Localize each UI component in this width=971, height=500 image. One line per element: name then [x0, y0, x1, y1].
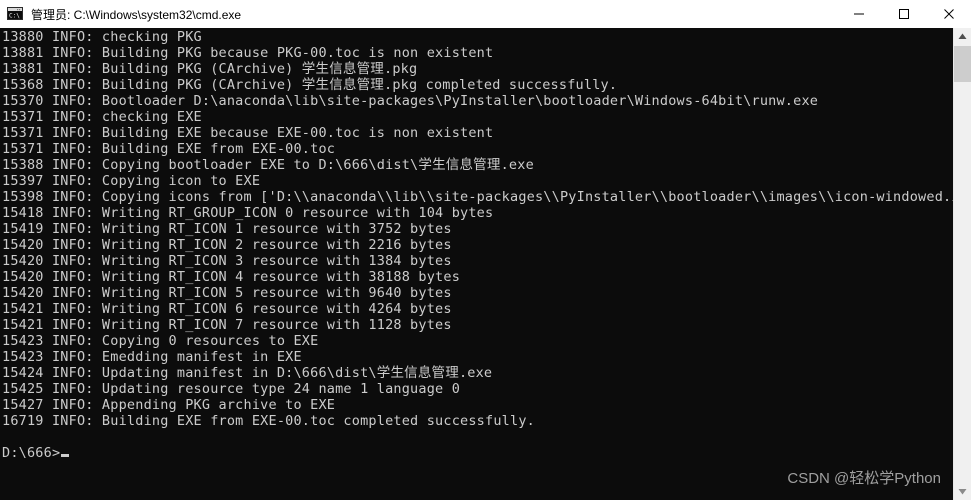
console-line: 15423 INFO: Copying 0 resources to EXE [2, 333, 319, 349]
console-line: 15368 INFO: Building PKG (CArchive) 学生信息… [2, 77, 618, 93]
console-line: 13881 INFO: Building PKG because PKG-00.… [2, 45, 494, 61]
console-line: 15419 INFO: Writing RT_ICON 1 resource w… [2, 221, 452, 237]
console-line: 15420 INFO: Writing RT_ICON 3 resource w… [2, 253, 452, 269]
console-line: 15371 INFO: checking EXE [2, 109, 202, 125]
console-line: D:\666> [2, 445, 953, 461]
maximize-button[interactable] [881, 0, 926, 28]
text-cursor [61, 454, 70, 457]
console-line: 15425 INFO: Updating resource type 24 na… [2, 381, 461, 397]
close-button[interactable] [926, 0, 971, 28]
console-line: 15420 INFO: Writing RT_ICON 2 resource w… [2, 237, 452, 253]
vertical-scrollbar[interactable] [953, 28, 971, 500]
scroll-up-arrow-icon[interactable] [954, 28, 971, 45]
watermark: CSDN @轻松学Python [787, 470, 941, 487]
svg-text:C:\: C:\ [9, 13, 20, 20]
console-line: 15370 INFO: Bootloader D:\anaconda\lib\s… [2, 93, 819, 109]
console-line: 15420 INFO: Writing RT_ICON 4 resource w… [2, 269, 461, 285]
console-output-area[interactable]: 13880 INFO: checking PKG 13881 INFO: Buil… [0, 28, 953, 500]
titlebar[interactable]: C:\ 管理员: C:\Windows\system32\cmd.exe [0, 0, 971, 28]
window-title: 管理员: C:\Windows\system32\cmd.exe [31, 7, 242, 22]
console-lines: 13880 INFO: checking PKG 13881 INFO: Buil… [2, 29, 953, 461]
console-line: 15421 INFO: Writing RT_ICON 7 resource w… [2, 317, 452, 333]
console-line: 15427 INFO: Appending PKG archive to EXE [2, 397, 336, 413]
scrollbar-thumb[interactable] [954, 46, 971, 82]
console-line: 16719 INFO: Building EXE from EXE-00.toc… [2, 413, 535, 429]
console-line: 15371 INFO: Building EXE from EXE-00.toc [2, 141, 336, 157]
console-line: 15424 INFO: Updating manifest in D:\666\… [2, 365, 493, 381]
cmd-window: C:\ 管理员: C:\Windows\system32\cmd.exe 138… [0, 0, 971, 500]
console-line: 15388 INFO: Copying bootloader EXE to D:… [2, 157, 534, 173]
console-line: 15397 INFO: Copying icon to EXE [2, 173, 261, 189]
console-line: 15398 INFO: Copying icons from ['D:\\ana… [2, 189, 953, 205]
console-line: 13880 INFO: checking PKG [2, 29, 202, 45]
minimize-button[interactable] [836, 0, 881, 28]
console-line: 13881 INFO: Building PKG (CArchive) 学生信息… [2, 61, 418, 77]
console-line: 15420 INFO: Writing RT_ICON 5 resource w… [2, 285, 452, 301]
console-line: 15418 INFO: Writing RT_GROUP_ICON 0 reso… [2, 205, 494, 221]
window-controls [836, 0, 971, 28]
scroll-down-arrow-icon[interactable] [954, 483, 971, 500]
console-line: 15423 INFO: Emedding manifest in EXE [2, 349, 302, 365]
console-line: 15371 INFO: Building EXE because EXE-00.… [2, 125, 494, 141]
cmd-console-icon: C:\ [7, 6, 23, 22]
console-line: 15421 INFO: Writing RT_ICON 6 resource w… [2, 301, 452, 317]
